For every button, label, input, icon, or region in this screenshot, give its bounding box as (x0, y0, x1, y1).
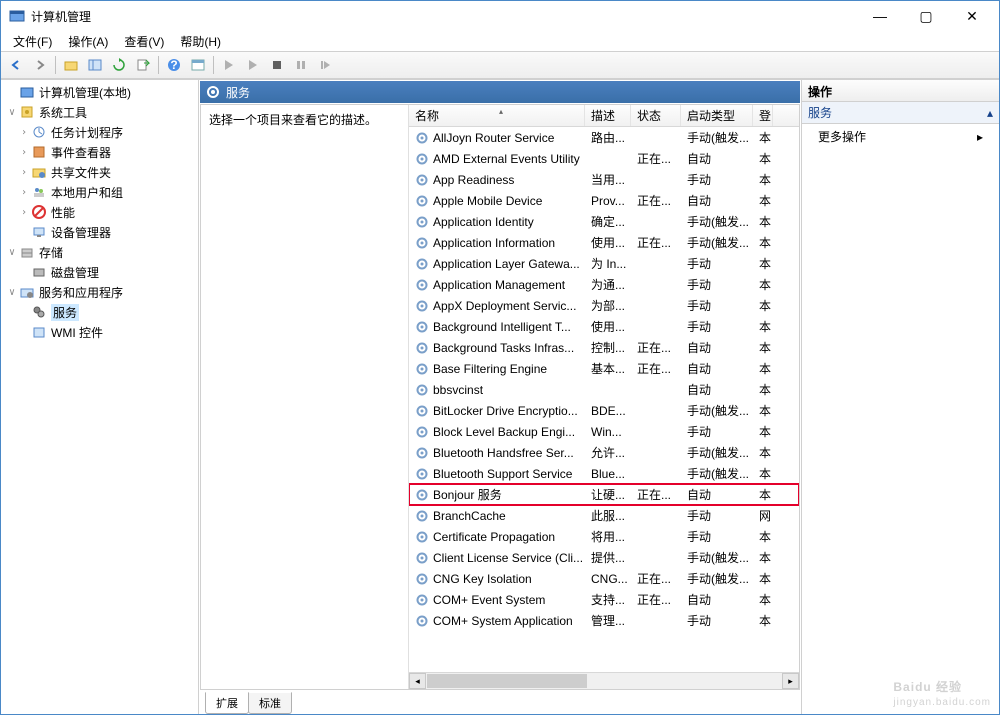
tree-services-apps[interactable]: ∨服务和应用程序 (1, 282, 198, 302)
service-row[interactable]: BranchCache此服...手动网 (409, 505, 799, 526)
titlebar: 计算机管理 — ▢ ✕ (1, 1, 999, 31)
tree-shared-folders[interactable]: ›共享文件夹 (1, 162, 198, 182)
tab-standard[interactable]: 标准 (248, 692, 292, 714)
scroll-right-icon[interactable]: ▸ (782, 673, 799, 689)
service-row[interactable]: Apple Mobile DeviceProv...正在...自动本 (409, 190, 799, 211)
restart-icon[interactable] (314, 54, 336, 76)
back-button[interactable] (5, 54, 27, 76)
col-logon[interactable]: 登 (753, 105, 773, 126)
tab-extended[interactable]: 扩展 (205, 692, 249, 714)
service-row[interactable]: Client License Service (Cli...提供...手动(触发… (409, 547, 799, 568)
service-row[interactable]: Bonjour 服务让硬...正在...自动本 (409, 484, 799, 505)
play2-icon[interactable] (242, 54, 264, 76)
toolbar: ? (1, 51, 999, 79)
service-row[interactable]: Application Management为通...手动本 (409, 274, 799, 295)
menu-help[interactable]: 帮助(H) (174, 31, 227, 52)
menubar: 文件(F) 操作(A) 查看(V) 帮助(H) (1, 31, 999, 51)
menu-view[interactable]: 查看(V) (118, 31, 170, 52)
service-row[interactable]: Application Information使用...正在...手动(触发..… (409, 232, 799, 253)
service-row[interactable]: Base Filtering Engine基本...正在...自动本 (409, 358, 799, 379)
app-icon (9, 8, 25, 24)
close-button[interactable]: ✕ (949, 1, 995, 31)
forward-button[interactable] (29, 54, 51, 76)
stop-icon[interactable] (266, 54, 288, 76)
tree-services[interactable]: 服务 (1, 302, 198, 322)
tree-systools[interactable]: ∨系统工具 (1, 102, 198, 122)
service-row[interactable]: bbsvcinst自动本 (409, 379, 799, 400)
tree-storage[interactable]: ∨存储 (1, 242, 198, 262)
minimize-button[interactable]: — (857, 1, 903, 31)
actions-pane: 操作 服务 ▴ 更多操作 ▸ (802, 80, 999, 714)
folder-icon[interactable] (60, 54, 82, 76)
list-header: 名称 ▴ 描述 状态 启动类型 登 (409, 105, 799, 127)
service-row[interactable]: Bluetooth Support ServiceBlue...手动(触发...… (409, 463, 799, 484)
help-icon[interactable]: ? (163, 54, 185, 76)
tree-event-viewer[interactable]: ›事件查看器 (1, 142, 198, 162)
col-name[interactable]: 名称 (409, 105, 585, 126)
actions-sub-label: 服务 (808, 104, 832, 121)
services-list: 名称 ▴ 描述 状态 启动类型 登 AllJoyn Router Service… (409, 105, 799, 689)
service-row[interactable]: Bluetooth Handsfree Ser...允许...手动(触发...本 (409, 442, 799, 463)
panel-icon[interactable] (84, 54, 106, 76)
play-icon[interactable] (218, 54, 240, 76)
service-row[interactable]: Block Level Backup Engi...Win...手动本 (409, 421, 799, 442)
service-row[interactable]: Application Layer Gatewa...为 In...手动本 (409, 253, 799, 274)
scroll-left-icon[interactable]: ◂ (409, 673, 426, 689)
tree-device-manager[interactable]: 设备管理器 (1, 222, 198, 242)
window-title: 计算机管理 (31, 8, 857, 25)
service-row[interactable]: AppX Deployment Servic...为部...手动本 (409, 295, 799, 316)
service-row[interactable]: Background Tasks Infras...控制...正在...自动本 (409, 337, 799, 358)
actions-more[interactable]: 更多操作 ▸ (802, 124, 999, 149)
service-row[interactable]: AMD External Events Utility正在...自动本 (409, 148, 799, 169)
service-row[interactable]: Application Identity确定...手动(触发...本 (409, 211, 799, 232)
service-row[interactable]: Certificate Propagation将用...手动本 (409, 526, 799, 547)
tabs: 扩展 标准 (199, 692, 801, 714)
gear-icon (206, 85, 220, 99)
service-row[interactable]: App Readiness当用...手动本 (409, 169, 799, 190)
actions-subheader[interactable]: 服务 ▴ (802, 102, 999, 124)
tree-task-scheduler[interactable]: ›任务计划程序 (1, 122, 198, 142)
svg-text:?: ? (170, 58, 177, 72)
service-row[interactable]: BitLocker Drive Encryptio...BDE...手动(触发.… (409, 400, 799, 421)
window-icon[interactable] (187, 54, 209, 76)
col-status[interactable]: 状态 (631, 105, 681, 126)
service-row[interactable]: COM+ System Application管理...手动本 (409, 610, 799, 631)
chevron-right-icon: ▸ (977, 130, 983, 144)
service-row[interactable]: Background Intelligent T...使用...手动本 (409, 316, 799, 337)
scroll-thumb[interactable] (427, 674, 587, 688)
menu-file[interactable]: 文件(F) (7, 31, 58, 52)
center-pane: 服务 选择一个项目来查看它的描述。 名称 ▴ 描述 状态 启动类型 登 AllJ… (199, 80, 802, 714)
maximize-button[interactable]: ▢ (903, 1, 949, 31)
service-row[interactable]: AllJoyn Router Service路由...手动(触发...本 (409, 127, 799, 148)
sort-asc-icon: ▴ (499, 107, 503, 116)
menu-action[interactable]: 操作(A) (62, 31, 114, 52)
tree-wmi[interactable]: WMI 控件 (1, 322, 198, 342)
tree-pane: 计算机管理(本地) ∨系统工具 ›任务计划程序 ›事件查看器 ›共享文件夹 ›本… (1, 80, 199, 714)
collapse-icon[interactable]: ▴ (987, 106, 993, 120)
col-desc[interactable]: 描述 (585, 105, 631, 126)
tree-local-users[interactable]: ›本地用户和组 (1, 182, 198, 202)
service-row[interactable]: COM+ Event System支持...正在...自动本 (409, 589, 799, 610)
service-row[interactable]: CNG Key IsolationCNG...正在...手动(触发...本 (409, 568, 799, 589)
services-header: 服务 (200, 81, 800, 103)
description-hint: 选择一个项目来查看它的描述。 (209, 113, 377, 127)
pause-icon[interactable] (290, 54, 312, 76)
actions-header: 操作 (802, 80, 999, 102)
actions-more-label: 更多操作 (818, 128, 866, 145)
tree-performance[interactable]: ›性能 (1, 202, 198, 222)
tree-disk-mgmt[interactable]: 磁盘管理 (1, 262, 198, 282)
col-startup[interactable]: 启动类型 (681, 105, 753, 126)
refresh-icon[interactable] (108, 54, 130, 76)
services-title: 服务 (226, 84, 250, 101)
export-icon[interactable] (132, 54, 154, 76)
description-pane: 选择一个项目来查看它的描述。 (201, 105, 409, 689)
horizontal-scrollbar[interactable]: ◂ ▸ (409, 672, 799, 689)
tree-root[interactable]: 计算机管理(本地) (1, 82, 198, 102)
